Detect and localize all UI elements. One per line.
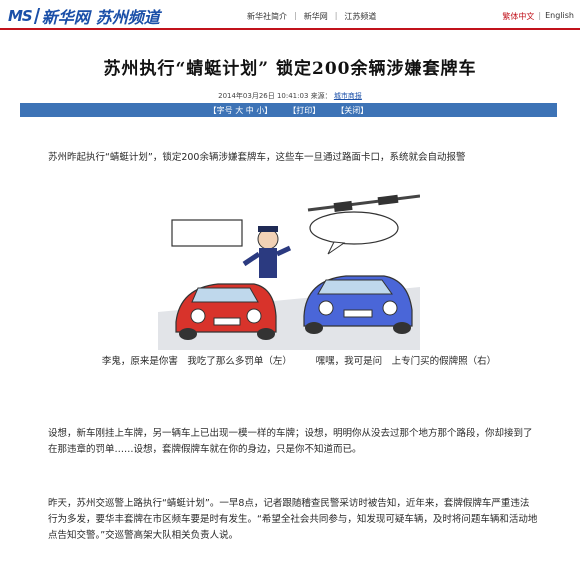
logo-mark: MS: [8, 7, 33, 25]
top-nav: 新华社简介 | 新华网 | 江苏频道: [240, 11, 383, 22]
nav-link-xinhuanet[interactable]: 新华网: [297, 11, 335, 22]
font-size-label: 【字号: [208, 105, 233, 115]
article-paragraph-1: 苏州昨起执行“蜻蜓计划”，锁定200余辆涉嫌套牌车，这些车一旦通过路面卡口，系统…: [48, 152, 466, 163]
lang-english-link[interactable]: English: [545, 11, 574, 22]
source-label: 来源：: [310, 92, 332, 100]
close-button[interactable]: 【关闭】: [336, 105, 368, 116]
font-size-controls: 【字号 大 中 小】: [209, 105, 273, 116]
cartoon-svg: [158, 192, 421, 350]
font-medium-button[interactable]: 中: [246, 106, 254, 115]
nav-link-jiangsu[interactable]: 江苏频道: [337, 11, 383, 22]
logo-brand: 新华网: [41, 8, 90, 27]
language-switcher: 繁体中文 | English: [502, 11, 574, 22]
font-small-button[interactable]: 小】: [256, 106, 272, 115]
source-link[interactable]: 城市商报: [334, 92, 362, 100]
article-paragraph-3: 昨天，苏州交巡警上路执行“蜻蜓计划”。一早8点，记者跟随稽查民警采访时被告知，近…: [48, 498, 538, 541]
article-date: 2014年03月26日 10:41:03: [218, 92, 309, 100]
figure-caption: 李鬼，原来是你害 我吃了那么多罚单（左） 嘿嘿，我可是问 上专门买的假牌照（右）: [101, 356, 497, 367]
lang-divider: |: [538, 11, 542, 20]
print-button[interactable]: 【打印】: [288, 105, 320, 116]
article-title: 苏州执行“蜻蜓计划” 锁定200余辆涉嫌套牌车: [103, 59, 477, 79]
cartoon-illustration: [158, 192, 421, 350]
font-large-button[interactable]: 大: [235, 106, 243, 115]
lang-traditional-link[interactable]: 繁体中文: [502, 11, 534, 22]
article-toolbar: 【字号 大 中 小】 【打印】 【关闭】: [20, 103, 557, 117]
site-logo[interactable]: MS 新华网 苏州频道: [8, 6, 160, 27]
logo-channel: 苏州频道: [95, 8, 160, 27]
nav-link-xinhua-intro[interactable]: 新华社简介: [240, 11, 294, 22]
article-meta: 2014年03月26日 10:41:03 来源： 城市商报: [0, 91, 580, 101]
logo-divider: [33, 8, 40, 24]
site-header: MS 新华网 苏州频道 新华社简介 | 新华网 | 江苏频道 繁体中文 | En…: [0, 0, 580, 30]
article-paragraph-2: 设想，新车刚挂上车牌，另一辆车上已出现一模一样的车牌；设想，明明你从没去过那个地…: [48, 428, 533, 455]
